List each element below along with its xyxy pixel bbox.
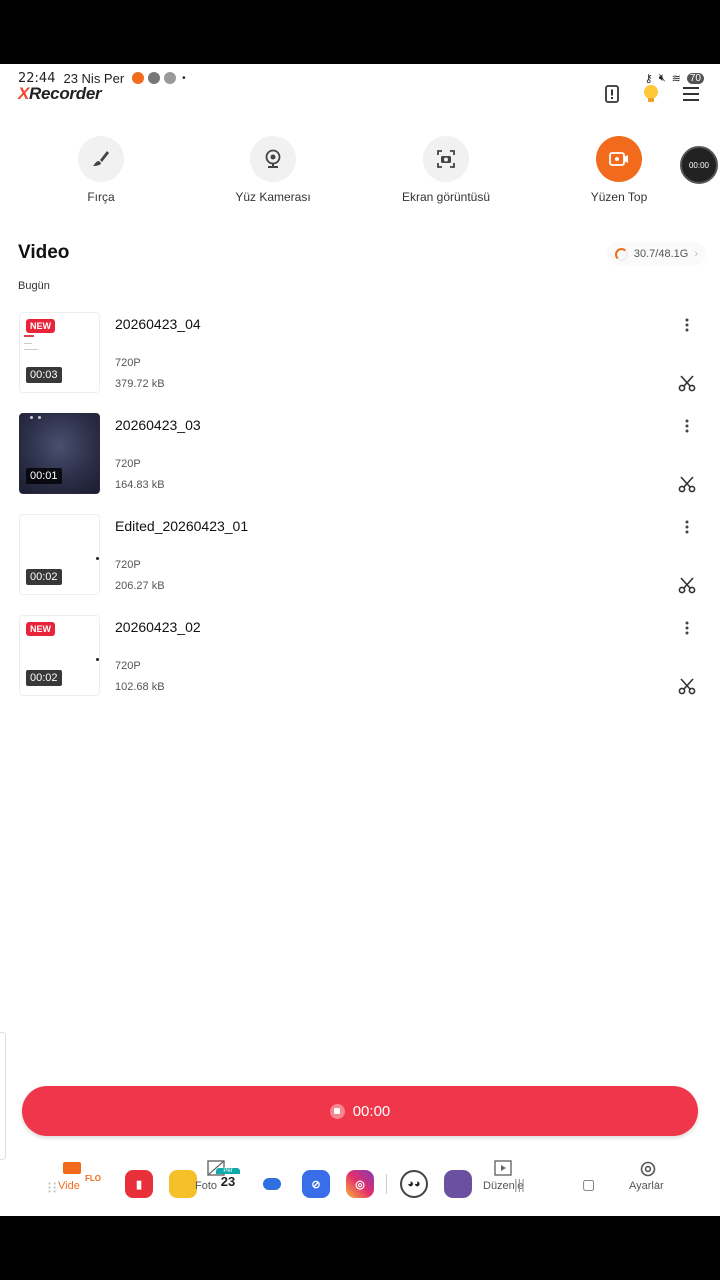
calendar-app-icon[interactable]: Per 23	[216, 1168, 240, 1196]
video-size: 164.83 kB	[115, 479, 165, 491]
edge-panel-handle[interactable]	[0, 1032, 6, 1160]
tab-edit-icon[interactable]	[494, 1160, 512, 1176]
date-group-label: Bugün	[18, 280, 50, 292]
scissors-icon[interactable]	[678, 677, 696, 695]
tools-row: Fırça Yüz Kamerası Ekran görüntüsü Yüzen…	[0, 136, 720, 216]
tool-screenshot[interactable]: Ekran görüntüsü	[386, 136, 506, 204]
tool-label: Ekran görüntüsü	[401, 190, 491, 204]
tips-bulb-icon[interactable]	[642, 84, 660, 104]
video-thumbnail[interactable]: NEW 00:03	[19, 312, 100, 393]
more-options-icon[interactable]	[678, 316, 696, 334]
new-badge: NEW	[26, 622, 55, 636]
storage-indicator[interactable]: 30.7/48.1G ›	[606, 242, 706, 266]
video-duration: 00:03	[26, 367, 62, 383]
panda-app-icon[interactable]: ◕◕	[400, 1170, 428, 1198]
video-title: Edited_20260423_01	[115, 518, 249, 534]
tab-video-label[interactable]: Vide	[58, 1180, 80, 1192]
record-button[interactable]: 00:00	[22, 1086, 698, 1136]
app-bar: XRecorder	[18, 82, 700, 106]
tool-label: Yüzen Top	[590, 190, 648, 204]
video-list-item[interactable]: NEW 00:03 20260423_04 720P 379.72 kB	[0, 312, 720, 400]
instagram-app-icon[interactable]: ◎	[346, 1170, 374, 1198]
more-options-icon[interactable]	[678, 619, 696, 637]
more-options-icon[interactable]	[678, 417, 696, 435]
alert-icon[interactable]	[604, 85, 620, 103]
video-list-item[interactable]: 00:02 Edited_20260423_01 720P 206.27 kB	[0, 514, 720, 602]
floating-ball-icon	[609, 152, 628, 166]
new-badge: NEW	[26, 319, 55, 333]
tool-floating-ball[interactable]: Yüzen Top	[559, 136, 679, 204]
messages-app-icon[interactable]	[258, 1170, 286, 1198]
red-app-icon[interactable]: ▮	[125, 1170, 153, 1198]
video-duration: 00:02	[26, 670, 62, 686]
webcam-icon	[265, 149, 281, 168]
video-resolution: 720P	[115, 357, 141, 369]
flo-app-icon[interactable]: FLO	[85, 1174, 101, 1183]
video-title: 20260423_02	[115, 619, 201, 635]
section-title: Video	[18, 242, 70, 263]
record-icon	[329, 1103, 345, 1119]
tool-brush[interactable]: Fırça	[41, 136, 161, 204]
app-screen: 22:44 23 Nis Per • ⚷ 🔇︎ ≋ 70 XRecorder F…	[0, 64, 720, 1216]
storage-ring-icon	[614, 247, 628, 261]
video-size: 379.72 kB	[115, 378, 165, 390]
video-title: 20260423_04	[115, 316, 201, 332]
video-duration: 00:02	[26, 569, 62, 585]
chevron-right-icon: ›	[694, 248, 698, 260]
video-thumbnail[interactable]: 00:01	[19, 413, 100, 494]
video-size: 102.68 kB	[115, 681, 165, 693]
browser-app-icon[interactable]: ⊘	[302, 1170, 330, 1198]
video-thumbnail[interactable]: 00:02	[19, 514, 100, 595]
app-logo: XRecorder	[18, 84, 102, 103]
scissors-icon[interactable]	[678, 374, 696, 392]
video-resolution: 720P	[115, 559, 141, 571]
recent-apps-icon[interactable]: |||	[514, 1176, 525, 1192]
video-duration: 00:01	[26, 468, 62, 484]
video-list-item[interactable]: 00:01 20260423_03 720P 164.83 kB	[0, 413, 720, 501]
brush-icon	[93, 151, 109, 166]
tool-label: Fırça	[87, 190, 115, 204]
scissors-icon[interactable]	[678, 576, 696, 594]
bottom-bar: ⁝⁝ Vide FLO ▮ Foto Per 23 ⊘ ◎ ◕◕ Düzenle…	[0, 1154, 720, 1214]
tab-video-icon[interactable]	[63, 1162, 81, 1174]
floating-record-ball[interactable]: 00:00	[680, 146, 718, 184]
game-app-icon[interactable]	[444, 1170, 472, 1198]
tool-label: Yüz Kamerası	[235, 190, 311, 204]
home-icon[interactable]: ▢	[582, 1176, 595, 1193]
video-thumbnail[interactable]: NEW 00:02	[19, 615, 100, 696]
video-title: 20260423_03	[115, 417, 201, 433]
storage-text: 30.7/48.1G	[633, 248, 689, 260]
tab-settings-label[interactable]: Ayarlar	[629, 1180, 664, 1192]
back-icon[interactable]: ‹	[654, 1176, 658, 1191]
tab-photo-label[interactable]: Foto	[195, 1180, 217, 1192]
tool-face-camera[interactable]: Yüz Kamerası	[213, 136, 333, 204]
video-list-item[interactable]: NEW 00:02 20260423_02 720P 102.68 kB	[0, 615, 720, 703]
notes-app-icon[interactable]	[169, 1170, 197, 1198]
menu-icon[interactable]	[682, 86, 700, 102]
scissors-icon[interactable]	[678, 475, 696, 493]
video-resolution: 720P	[115, 458, 141, 470]
video-size: 206.27 kB	[115, 580, 165, 592]
screenshot-icon	[437, 150, 455, 168]
apps-grid-icon[interactable]: ⁝⁝	[47, 1178, 57, 1198]
more-options-icon[interactable]	[678, 518, 696, 536]
video-resolution: 720P	[115, 660, 141, 672]
record-time: 00:00	[352, 1102, 391, 1120]
